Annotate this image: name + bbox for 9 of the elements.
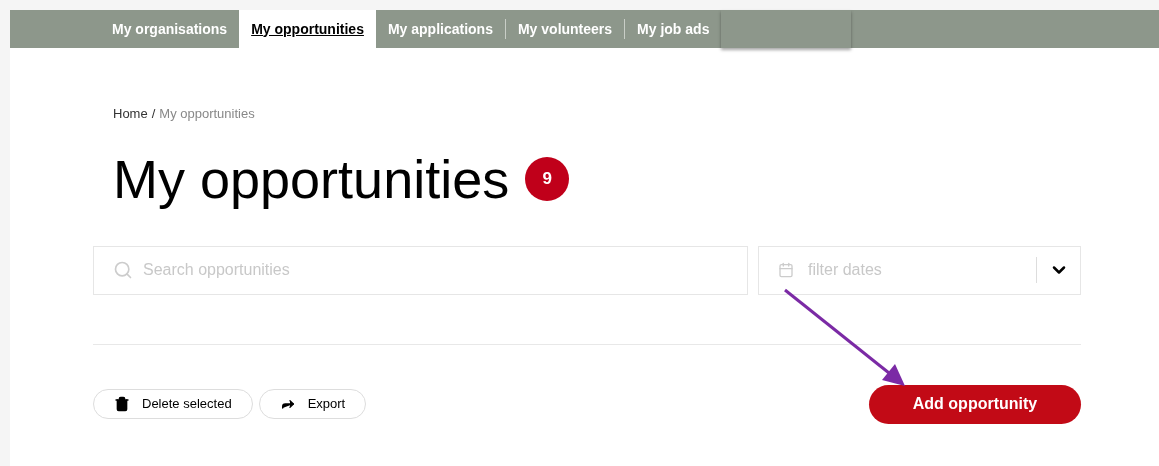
trash-icon xyxy=(114,396,130,412)
breadcrumb-separator: / xyxy=(151,105,156,123)
nav-tab[interactable]: My opportunities xyxy=(239,10,376,48)
breadcrumb-link[interactable]: Home xyxy=(113,104,148,124)
count-badge: 9 xyxy=(525,156,570,201)
calendar-icon xyxy=(778,261,794,278)
search-icon xyxy=(113,259,133,280)
add-opportunity-button[interactable]: Add opportunity xyxy=(869,384,1081,424)
breadcrumb-current: My opportunities xyxy=(159,105,255,123)
